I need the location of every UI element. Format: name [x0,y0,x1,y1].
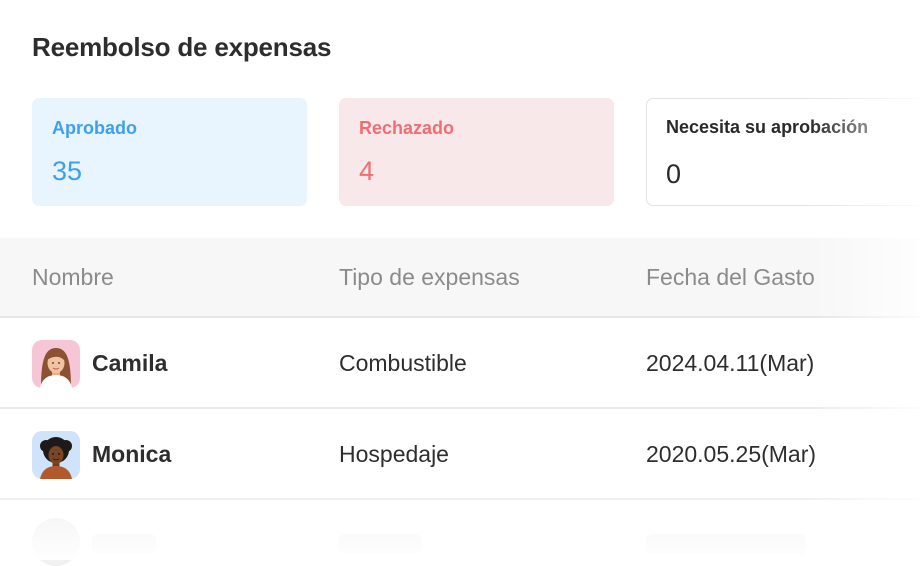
page-title: Reembolso de expensas [32,32,332,62]
rejected-count: 4 [359,156,375,186]
placeholder-bar [92,534,156,554]
woman-avatar-icon [32,431,80,479]
pending-approval-card[interactable]: Necesita su aprobación 0 [646,98,920,206]
expense-type: Combustible [339,350,467,376]
expense-date: 2024.04.11(Mar) [646,350,815,376]
placeholder-bar [646,534,806,554]
table-row[interactable]: Camila Combustible 2024.04.11(Mar) [0,318,920,409]
approved-card[interactable]: Aprobado 35 [32,98,307,206]
placeholder-avatar [32,518,80,566]
pending-count: 0 [666,159,682,189]
rejected-card[interactable]: Rechazado 4 [339,98,614,206]
column-header-expense-date[interactable]: Fecha del Gasto [646,264,815,291]
table-header: Nombre Tipo de expensas Fecha del Gasto [0,238,920,318]
woman-avatar-icon [32,340,80,388]
rejected-label: Rechazado [359,118,455,138]
table-row[interactable]: Monica Hospedaje 2020.05.25(Mar) [0,409,920,500]
approved-label: Aprobado [52,118,137,138]
expenses-table: Nombre Tipo de expensas Fecha del Gasto … [0,238,920,566]
expense-date: 2020.05.25(Mar) [646,441,817,467]
placeholder-row [0,500,920,566]
employee-name: Camila [92,350,168,376]
column-header-expense-type[interactable]: Tipo de expensas [339,264,520,291]
approved-count: 35 [52,156,83,186]
expense-type: Hospedaje [339,441,449,467]
employee-name: Monica [92,441,172,467]
column-header-name[interactable]: Nombre [32,264,114,291]
pending-label: Necesita su aprobación [666,117,869,137]
placeholder-bar [339,534,421,554]
